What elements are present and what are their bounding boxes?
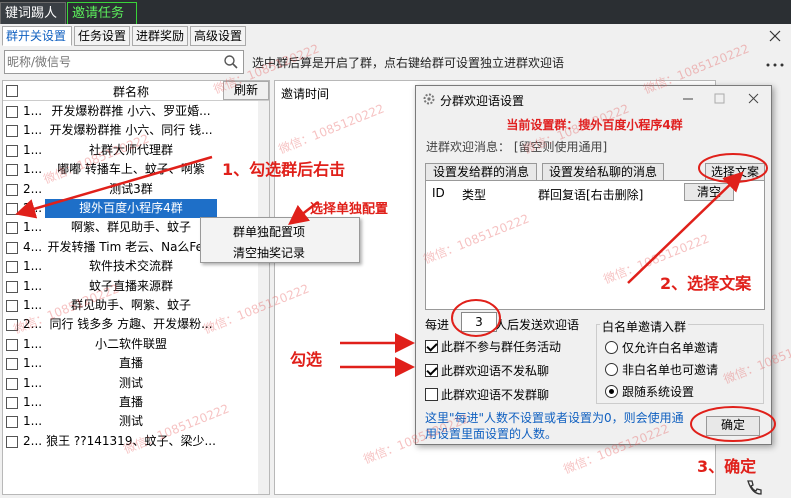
annotation-check: 勾选 bbox=[290, 350, 323, 369]
phone-icon[interactable] bbox=[744, 478, 764, 496]
annotation-step1: 1、勾选群后右击 bbox=[222, 160, 346, 179]
annotation-step3: 3、确定 bbox=[697, 457, 757, 476]
annotation-overlay bbox=[15, 153, 776, 442]
annotation-step1b: 选择单独配置 bbox=[310, 202, 389, 217]
annotation-step2: 2、选择文案 bbox=[660, 274, 752, 293]
